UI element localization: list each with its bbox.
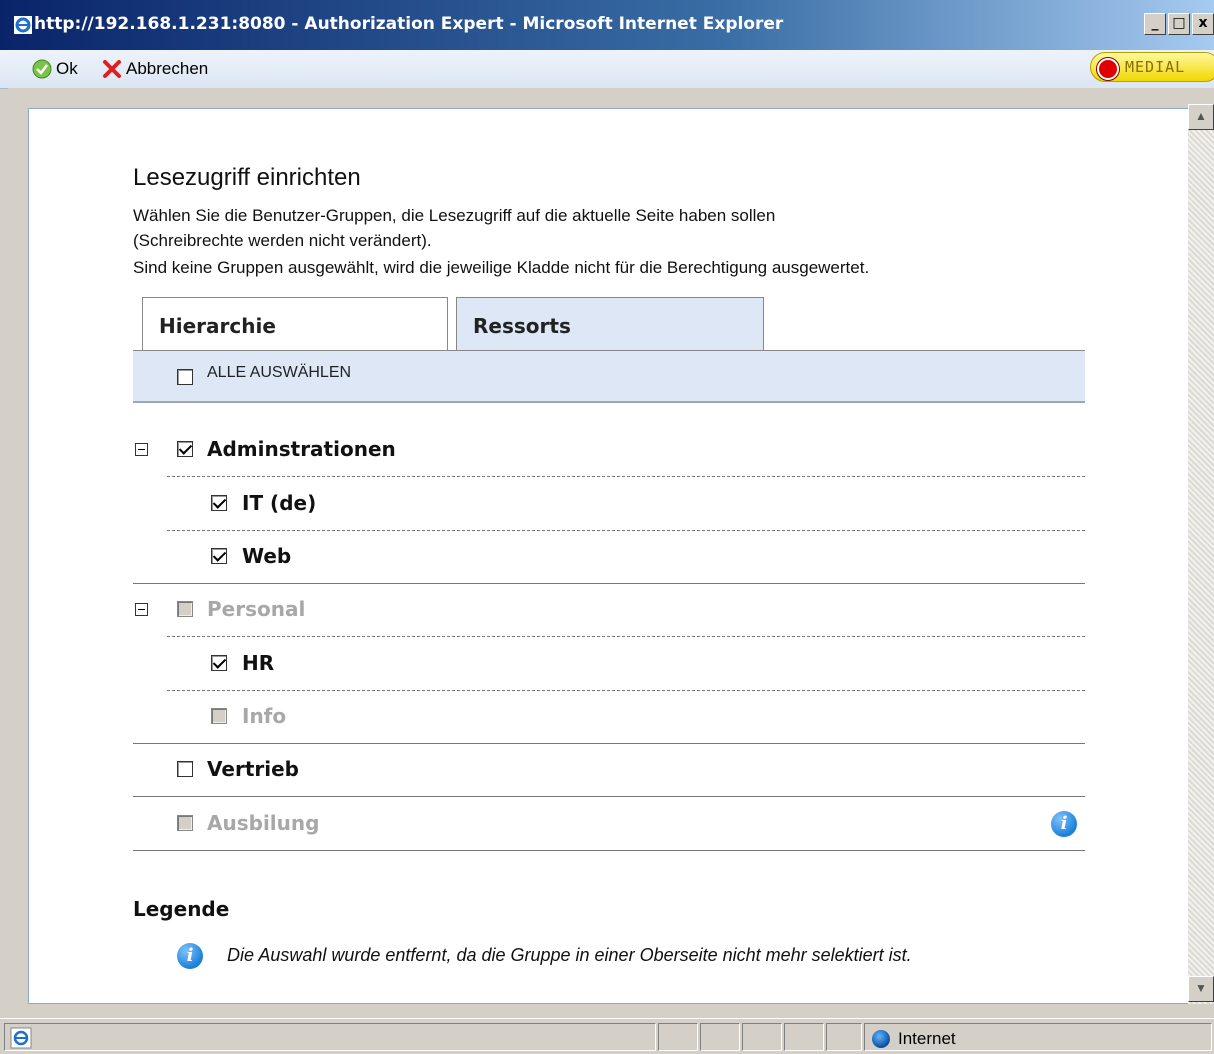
checkbox-ausbilung	[177, 815, 193, 831]
cancel-button[interactable]: Abbrechen	[102, 57, 208, 81]
group-label-vertrieb: Vertrieb	[207, 757, 299, 781]
tab-ressorts[interactable]: Ressorts	[456, 297, 764, 351]
select-all-label: ALLE AUSWÄHLEN	[207, 364, 352, 381]
status-pane	[742, 1023, 782, 1051]
check-circle-icon	[32, 59, 52, 79]
checkbox-personal	[177, 601, 193, 617]
row-divider	[167, 636, 1085, 637]
window-title: http://192.168.1.231:8080 - Authorizatio…	[34, 14, 784, 34]
status-pane	[784, 1023, 824, 1051]
info-icon[interactable]: i	[1051, 811, 1077, 837]
vertical-scrollbar[interactable]	[1188, 104, 1214, 1004]
child-label-hr: HR	[242, 651, 275, 675]
logo-text: MEDIAL	[1125, 58, 1186, 76]
group-label-adminstrationen: Adminstrationen	[207, 437, 396, 461]
page-title: Lesezugriff einrichten	[133, 164, 361, 191]
child-label-web: Web	[242, 544, 292, 568]
collapse-toggle-adminstrationen[interactable]	[135, 443, 148, 456]
red-x-icon	[103, 60, 121, 78]
checkbox-adminstrationen[interactable]	[177, 441, 193, 457]
group-divider	[133, 583, 1085, 584]
row-divider	[167, 530, 1085, 531]
group-divider	[133, 850, 1085, 851]
ok-button[interactable]: Ok	[32, 57, 78, 81]
checkbox-hr[interactable]	[211, 655, 227, 671]
content-frame: Lesezugriff einrichten Wählen Sie die Be…	[8, 88, 1214, 1016]
maximize-button[interactable]: □	[1168, 13, 1190, 35]
minimize-button[interactable]: _	[1144, 13, 1166, 35]
ie-icon	[14, 16, 32, 34]
select-all-row: ALLE AUSWÄHLEN	[133, 351, 1085, 403]
group-divider	[133, 743, 1085, 744]
description-line-2: (Schreibrechte werden nicht verändert).	[133, 231, 432, 250]
collapse-toggle-personal[interactable]	[135, 603, 148, 616]
scroll-down-arrow-icon[interactable]: ▼	[1188, 976, 1214, 1002]
globe-icon	[872, 1030, 890, 1048]
security-zone-label: Internet	[898, 1029, 956, 1048]
child-label-info: Info	[242, 704, 287, 728]
checkbox-web[interactable]	[211, 548, 227, 564]
row-divider	[167, 476, 1085, 477]
checkbox-it-de[interactable]	[211, 495, 227, 511]
checkbox-vertrieb[interactable]	[177, 761, 193, 777]
content-area: Lesezugriff einrichten Wählen Sie die Be…	[28, 108, 1194, 1004]
status-message-pane	[4, 1023, 656, 1051]
description-line-1: Wählen Sie die Benutzer-Gruppen, die Les…	[133, 206, 776, 225]
description-line-3: Sind keine Gruppen ausgewählt, wird die …	[133, 258, 870, 277]
close-button[interactable]: x	[1192, 13, 1214, 35]
child-label-it-de: IT (de)	[242, 491, 317, 515]
legend-info-icon: i	[177, 943, 203, 969]
status-pane	[700, 1023, 740, 1051]
row-divider	[167, 690, 1085, 691]
medial-logo: MEDIAL	[1090, 52, 1214, 82]
group-label-personal: Personal	[207, 597, 306, 621]
legend-text: Die Auswahl wurde entfernt, da die Grupp…	[227, 945, 912, 965]
status-bar: Internet	[0, 1018, 1214, 1054]
select-all-checkbox[interactable]	[177, 369, 193, 385]
legend-title: Legende	[133, 897, 230, 921]
group-label-ausbilung: Ausbilung	[207, 811, 320, 835]
status-pane	[658, 1023, 698, 1051]
status-pane	[826, 1023, 862, 1051]
ok-label: Ok	[56, 59, 78, 78]
group-divider	[133, 796, 1085, 797]
checkbox-info	[211, 708, 227, 724]
scroll-up-arrow-icon[interactable]: ▲	[1188, 104, 1214, 130]
toolbar: Ok Abbrechen	[0, 50, 1214, 89]
record-dot-icon	[1097, 58, 1119, 80]
title-bar: http://192.168.1.231:8080 - Authorizatio…	[0, 0, 1214, 50]
tab-hierarchie[interactable]: Hierarchie	[142, 297, 448, 351]
cancel-label: Abbrechen	[126, 59, 209, 78]
